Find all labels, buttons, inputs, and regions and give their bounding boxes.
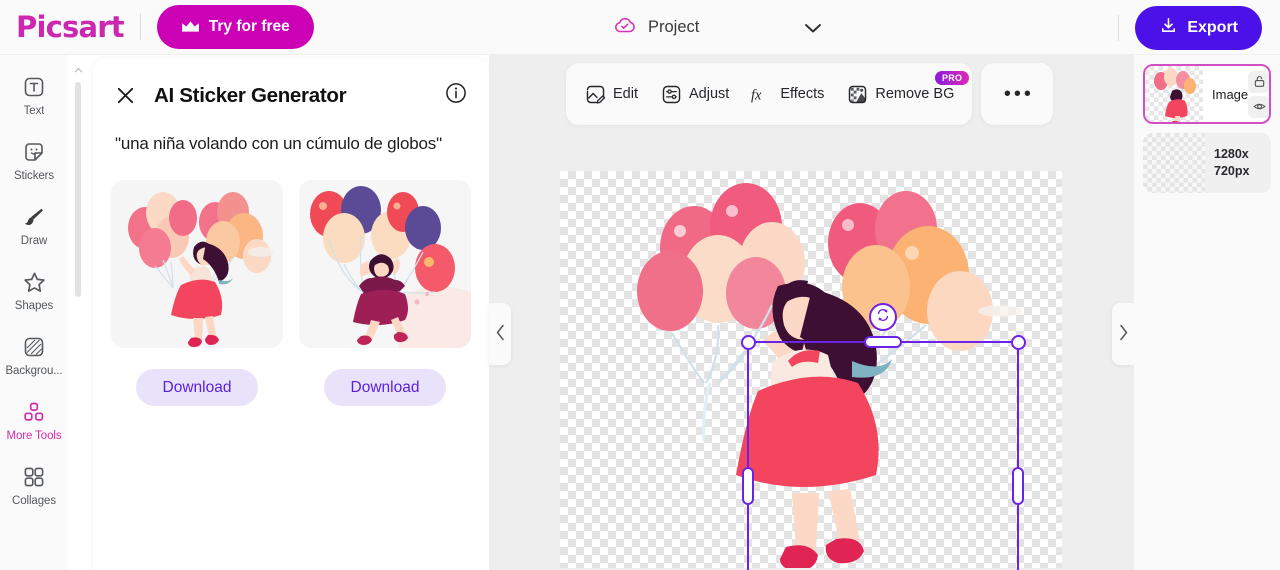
header-divider-right bbox=[1118, 14, 1120, 41]
svg-text:fx: fx bbox=[751, 87, 762, 103]
ai-sticker-generator-panel: AI Sticker Generator "una niña volando c… bbox=[93, 58, 489, 570]
crown-icon bbox=[181, 20, 200, 34]
download-button-2[interactable]: Download bbox=[323, 369, 447, 406]
sidebar-item-background[interactable]: Backgrou... bbox=[0, 333, 68, 377]
sticker-results: Download Download bbox=[111, 180, 489, 406]
scroll-up-arrow-icon[interactable] bbox=[74, 62, 83, 73]
layer-item-image[interactable]: Image bbox=[1143, 64, 1271, 124]
background-layer-thumbnail bbox=[1143, 133, 1205, 193]
rotate-icon bbox=[875, 307, 891, 328]
layer-thumbnail bbox=[1145, 66, 1203, 122]
prompt-text: "una niña volando con un cúmulo de globo… bbox=[115, 134, 442, 153]
panel-header: AI Sticker Generator bbox=[93, 58, 489, 109]
star-icon bbox=[20, 268, 48, 296]
layers-panel: Image 1280x 720px bbox=[1134, 55, 1280, 570]
collage-icon bbox=[20, 463, 48, 491]
remove-bg-icon bbox=[846, 83, 868, 105]
canvas-area: Edit Adjust fx Effects Remove BG PRO ••• bbox=[489, 55, 1134, 570]
resize-handle-left[interactable] bbox=[742, 467, 754, 505]
header-right: Export bbox=[1102, 0, 1262, 55]
toolbar-adjust-button[interactable]: Adjust bbox=[649, 71, 740, 117]
sidebar-scrollbar[interactable] bbox=[74, 60, 83, 560]
sidebar-label-stickers: Stickers bbox=[13, 170, 55, 182]
layer-actions bbox=[1248, 70, 1269, 118]
export-label: Export bbox=[1187, 18, 1238, 36]
canvas-image[interactable] bbox=[560, 171, 1062, 568]
toolbar-more-button[interactable]: ••• bbox=[981, 63, 1054, 125]
canvas-width: 1280x bbox=[1214, 147, 1249, 161]
canvas-height: 720px bbox=[1214, 164, 1250, 178]
resize-handle-right[interactable] bbox=[1012, 467, 1024, 505]
rotate-handle[interactable] bbox=[869, 303, 897, 331]
export-button[interactable]: Export bbox=[1135, 5, 1262, 50]
sidebar-item-collages[interactable]: Collages bbox=[0, 463, 68, 507]
sidebar-label-background: Backgrou... bbox=[5, 365, 63, 377]
artboard[interactable] bbox=[560, 171, 1062, 570]
info-icon[interactable] bbox=[445, 82, 467, 109]
layer-item-background[interactable]: 1280x 720px bbox=[1143, 133, 1271, 193]
brush-icon bbox=[20, 203, 48, 231]
toolbar-effects-button[interactable]: fx Effects bbox=[740, 71, 835, 117]
close-icon[interactable] bbox=[115, 85, 136, 106]
panel-collapse-left-button[interactable] bbox=[489, 303, 511, 365]
picsart-editor: Picsart Try for free Project Export Text… bbox=[0, 0, 1280, 570]
toolbar-remove-bg-button[interactable]: Remove BG PRO bbox=[835, 71, 970, 117]
sidebar-scrollbar-thumb[interactable] bbox=[75, 82, 81, 297]
text-icon bbox=[20, 73, 48, 101]
pro-badge: PRO bbox=[934, 71, 970, 85]
picsart-logo[interactable]: Picsart bbox=[16, 10, 125, 44]
try-for-free-label: Try for free bbox=[208, 18, 290, 35]
sidebar-label-collages: Collages bbox=[12, 495, 56, 507]
canvas-toolbar: Edit Adjust fx Effects Remove BG PRO ••• bbox=[566, 63, 1054, 125]
resize-handle-top-left[interactable] bbox=[740, 334, 756, 350]
sidebar-label-text: Text bbox=[23, 105, 45, 117]
canvas-dimensions: 1280x 720px bbox=[1214, 146, 1249, 180]
fx-icon: fx bbox=[751, 83, 773, 105]
toolbar-edit-button[interactable]: Edit bbox=[573, 71, 649, 117]
sidebar-label-draw: Draw bbox=[20, 235, 48, 247]
project-name: Project bbox=[648, 18, 700, 36]
sidebar-label-shapes: Shapes bbox=[14, 300, 54, 312]
sticker-result-1: Download bbox=[111, 180, 283, 406]
edit-image-icon bbox=[584, 83, 606, 105]
toolbar-adjust-label: Adjust bbox=[689, 86, 730, 102]
sliders-icon bbox=[660, 83, 682, 105]
page-title: AI Sticker Generator bbox=[154, 83, 347, 107]
sticker-result-2: Download bbox=[299, 180, 471, 406]
download-icon bbox=[1159, 16, 1178, 40]
app-header: Picsart Try for free Project Export bbox=[0, 0, 1280, 55]
toolbar-edit-label: Edit bbox=[613, 86, 638, 102]
cloud-check-icon bbox=[613, 15, 637, 40]
grid-tools-icon bbox=[20, 398, 48, 426]
chevron-left-icon bbox=[495, 324, 506, 345]
sidebar-item-more-tools[interactable]: More Tools bbox=[0, 398, 68, 442]
chevron-down-icon[interactable] bbox=[803, 22, 823, 34]
download-button-1[interactable]: Download bbox=[135, 369, 259, 406]
chevron-right-icon bbox=[1118, 324, 1129, 345]
project-selector[interactable]: Project bbox=[613, 0, 823, 55]
sticker-thumbnail-2[interactable] bbox=[299, 180, 471, 348]
toolbar-effects-label: Effects bbox=[780, 86, 825, 102]
sidebar-label-more-tools: More Tools bbox=[6, 430, 62, 442]
panel-expand-right-button[interactable] bbox=[1112, 303, 1134, 365]
sidebar-item-stickers[interactable]: Stickers bbox=[0, 138, 68, 182]
resize-handle-top[interactable] bbox=[864, 336, 902, 348]
toolbar-main-card: Edit Adjust fx Effects Remove BG PRO bbox=[566, 63, 973, 125]
resize-handle-top-right[interactable] bbox=[1010, 334, 1026, 350]
eye-icon[interactable] bbox=[1248, 95, 1269, 118]
header-divider bbox=[139, 14, 141, 40]
unlock-icon[interactable] bbox=[1248, 70, 1269, 93]
sticker-icon bbox=[20, 138, 48, 166]
sidebar-item-shapes[interactable]: Shapes bbox=[0, 268, 68, 312]
background-icon bbox=[20, 333, 48, 361]
sidebar-item-draw[interactable]: Draw bbox=[0, 203, 68, 247]
try-for-free-button[interactable]: Try for free bbox=[156, 5, 314, 49]
toolbar-remove-bg-label: Remove BG bbox=[875, 86, 955, 102]
left-sidebar: Text Stickers Draw Shapes Backgrou... Mo… bbox=[0, 55, 68, 570]
sticker-thumbnail-1[interactable] bbox=[111, 180, 283, 348]
sidebar-item-text[interactable]: Text bbox=[0, 73, 68, 117]
layer-name: Image bbox=[1212, 86, 1249, 102]
